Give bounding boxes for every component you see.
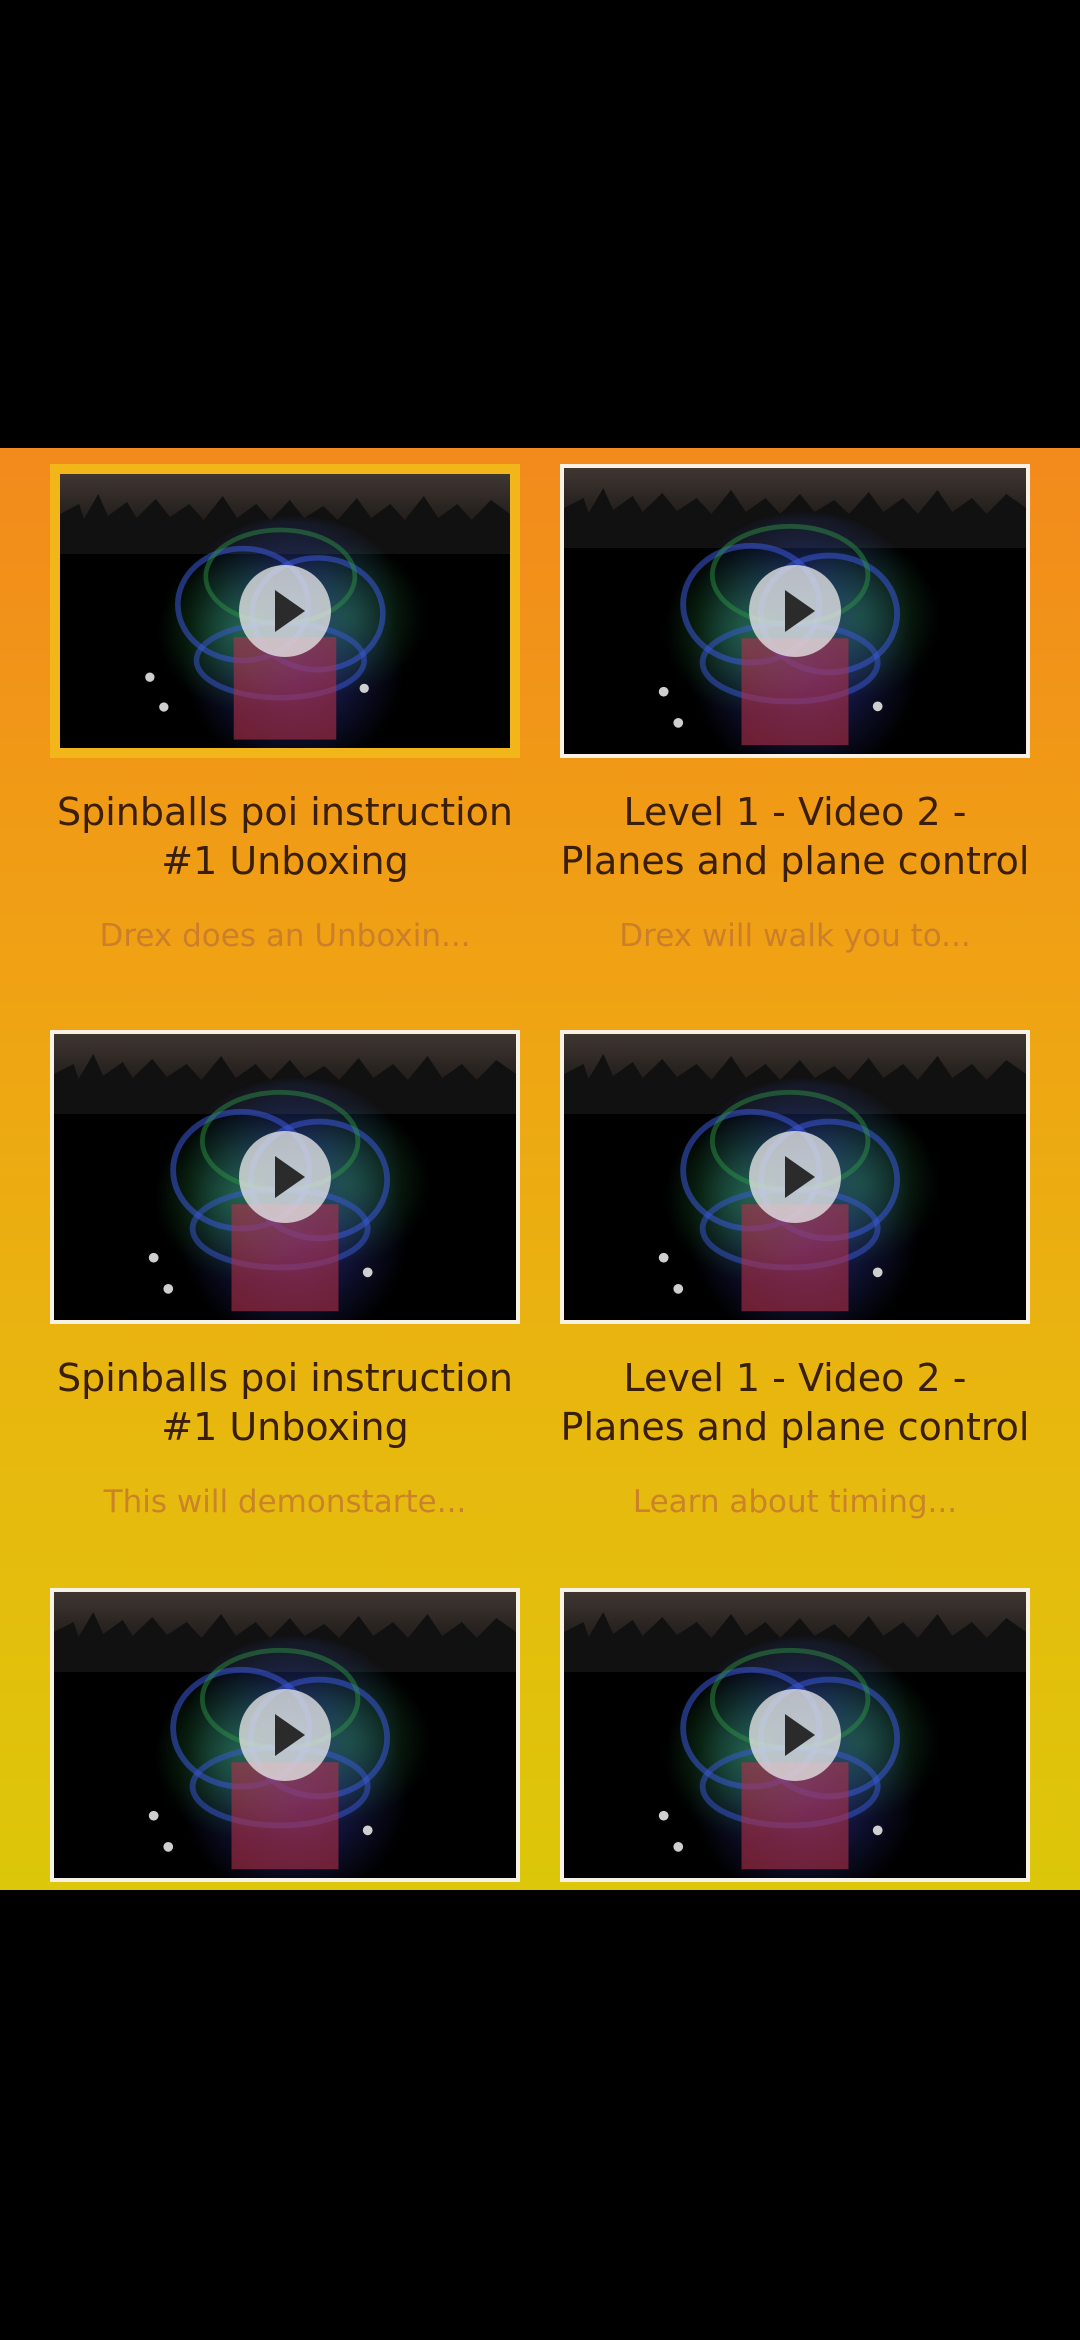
video-card[interactable]: Spinballs poi instruction #1 Unboxing Th…	[50, 1030, 520, 1520]
video-description: Learn about timing...	[632, 1484, 958, 1520]
video-thumbnail[interactable]	[50, 1588, 520, 1882]
video-card[interactable]: Level 1 - Video 2 - Planes and plane con…	[560, 1030, 1030, 1520]
video-thumbnail[interactable]	[560, 1030, 1030, 1324]
video-card[interactable]: Level 1 - Video 2 - Planes and plane con…	[560, 464, 1030, 954]
play-icon[interactable]	[749, 565, 841, 657]
video-grid: Spinballs poi instruction #1 Unboxing Dr…	[0, 448, 1080, 1890]
video-thumbnail[interactable]	[560, 464, 1030, 758]
video-title[interactable]: Spinballs poi instruction #1 Unboxing	[50, 788, 520, 886]
video-description: This will demonstarte...	[103, 1484, 467, 1520]
bottom-blank-area	[0, 1890, 1080, 2340]
play-icon[interactable]	[239, 1689, 331, 1781]
video-card[interactable]: Spinballs poi instruction #1 Unboxing Dr…	[50, 464, 520, 954]
video-thumbnail[interactable]	[50, 464, 520, 758]
play-icon[interactable]	[749, 1131, 841, 1223]
play-icon[interactable]	[239, 565, 331, 657]
video-description: Drex does an Unboxin...	[99, 918, 471, 954]
video-description: Drex will walk you to...	[619, 918, 971, 954]
play-icon[interactable]	[239, 1131, 331, 1223]
video-thumbnail[interactable]	[50, 1030, 520, 1324]
video-title[interactable]: Spinballs poi instruction #1 Unboxing	[50, 1354, 520, 1452]
video-title[interactable]: Level 1 - Video 2 - Planes and plane con…	[560, 788, 1030, 886]
video-thumbnail[interactable]	[560, 1588, 1030, 1882]
video-card[interactable]	[50, 1588, 520, 1882]
video-title[interactable]: Level 1 - Video 2 - Planes and plane con…	[560, 1354, 1030, 1452]
top-blank-area	[0, 0, 1080, 448]
video-card[interactable]	[560, 1588, 1030, 1882]
play-icon[interactable]	[749, 1689, 841, 1781]
